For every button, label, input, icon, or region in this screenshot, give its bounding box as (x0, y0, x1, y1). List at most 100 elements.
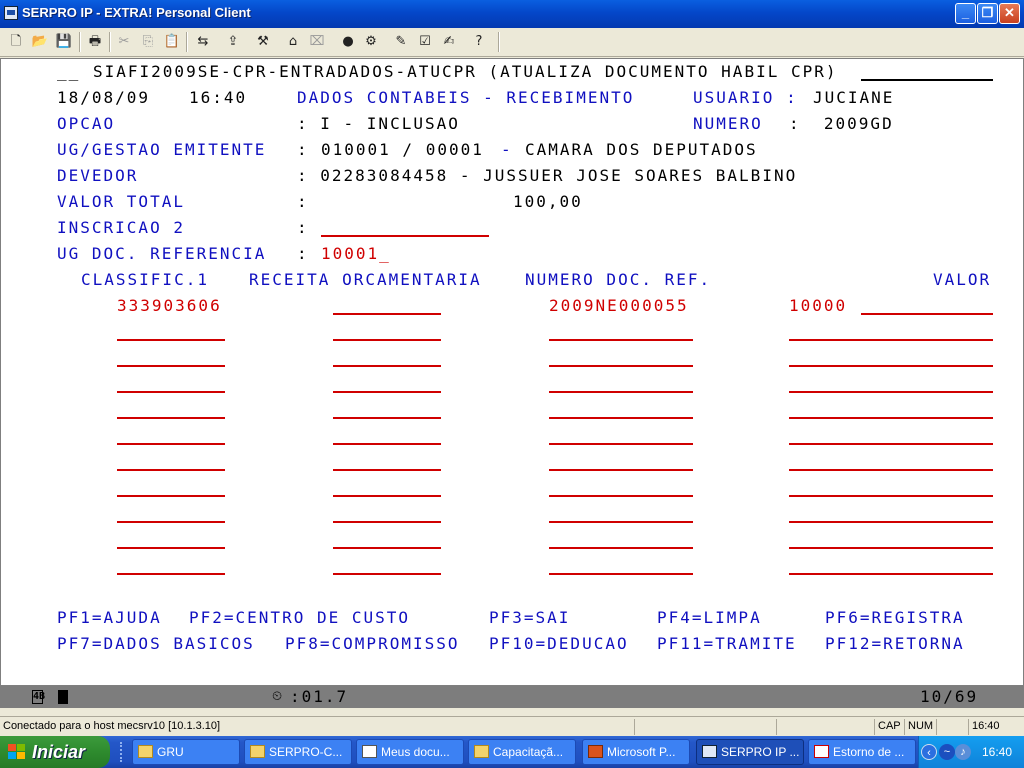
valor-input[interactable] (789, 521, 993, 523)
col-classific-header: CLASSIFIC.1 (81, 270, 209, 289)
row1-valor-underline (861, 313, 993, 315)
minimize-button[interactable]: _ (955, 3, 976, 24)
valor-input[interactable] (789, 469, 993, 471)
classific-input[interactable] (117, 573, 225, 575)
pf6-registra-key[interactable]: PF6=REGISTRA (825, 609, 965, 627)
open-icon[interactable]: 📂 (29, 31, 51, 53)
receita-input[interactable] (333, 443, 441, 445)
valor-input[interactable] (789, 443, 993, 445)
toolbar-separator (186, 32, 188, 52)
script-icon[interactable]: ✍ (438, 31, 460, 53)
valor-input[interactable] (789, 547, 993, 549)
row1-classific-input[interactable]: 333903606 (117, 297, 222, 315)
row1-receita-input[interactable] (333, 313, 441, 315)
classific-input[interactable] (117, 521, 225, 523)
cut-icon[interactable]: ✂ (113, 31, 135, 53)
taskbar-item-microsoft-powerpoint[interactable]: Microsoft P... (582, 739, 690, 765)
numero-doc-input[interactable] (549, 495, 693, 497)
receita-input[interactable] (333, 365, 441, 367)
check-icon[interactable]: ☑ (414, 31, 436, 53)
numero-doc-input[interactable] (549, 547, 693, 549)
receita-input[interactable] (333, 391, 441, 393)
numero-doc-input[interactable] (549, 521, 693, 523)
valor-input[interactable] (789, 417, 993, 419)
receita-input[interactable] (333, 339, 441, 341)
taskbar-item-meus-documentos[interactable]: Meus docu... (356, 739, 464, 765)
classific-input[interactable] (117, 547, 225, 549)
classific-input[interactable] (117, 339, 225, 341)
numero-doc-input[interactable] (549, 469, 693, 471)
pf10-deducao-key[interactable]: PF10=DEDUCAO (489, 635, 629, 653)
copy-icon[interactable]: ⎘ (137, 31, 159, 53)
header-prefix: __ (57, 62, 81, 81)
session-icon[interactable]: ⌂ (282, 31, 304, 53)
taskbar-item-serpro-c[interactable]: SERPRO-C... (244, 739, 352, 765)
window-title-bar[interactable]: SERPRO IP - EXTRA! Personal Client _ ❐ ✕ (0, 0, 1024, 28)
save-icon[interactable]: 💾 (53, 31, 75, 53)
taskbar-item-serpro-ip[interactable]: SERPRO IP ... (696, 739, 804, 765)
inscricao-input[interactable] (321, 235, 489, 237)
hotspot-icon[interactable]: ⌧ (306, 31, 328, 53)
numero-doc-input[interactable] (549, 391, 693, 393)
pf2-centro-de-custo-key[interactable]: PF2=CENTRO DE CUSTO (189, 609, 410, 627)
pf3-sai-key[interactable]: PF3=SAI (489, 609, 570, 627)
tray-expand-icon[interactable]: ‹ (921, 744, 937, 760)
classific-input[interactable] (117, 365, 225, 367)
network-icon[interactable]: ~ (939, 744, 955, 760)
classific-input[interactable] (117, 495, 225, 497)
receita-input[interactable] (333, 547, 441, 549)
valor-input[interactable] (789, 573, 993, 575)
maximize-button[interactable]: ❐ (977, 3, 998, 24)
numero-value: : 2009GD (789, 114, 894, 133)
transfer-icon[interactable]: ⇪ (222, 31, 244, 53)
classific-input[interactable] (117, 469, 225, 471)
classific-input[interactable] (117, 391, 225, 393)
row1-valor-input[interactable]: 10000 (789, 297, 847, 315)
record-icon[interactable]: ● (337, 31, 359, 53)
pf8-compromisso-key[interactable]: PF8=COMPROMISSO (285, 635, 460, 653)
taskbar-item-gru[interactable]: GRU (132, 739, 240, 765)
start-button[interactable]: Iniciar (0, 736, 110, 768)
classific-input[interactable] (117, 443, 225, 445)
inscricao-separator: : (297, 218, 309, 237)
volume-icon[interactable]: ♪ (955, 744, 971, 760)
taskbar-item-estorno[interactable]: Estorno de ... (808, 739, 916, 765)
row1-numero-doc-input[interactable]: 2009NE000055 (549, 297, 689, 315)
pf4-limpa-key[interactable]: PF4=LIMPA (657, 609, 762, 627)
pf7-dados-basicos-key[interactable]: PF7=DADOS BASICOS (57, 635, 255, 653)
classific-input[interactable] (117, 417, 225, 419)
pf1-ajuda-key[interactable]: PF1=AJUDA (57, 609, 162, 627)
header-underline (861, 79, 993, 81)
close-button[interactable]: ✕ (999, 3, 1020, 24)
numero-doc-input[interactable] (549, 573, 693, 575)
numero-doc-input[interactable] (549, 365, 693, 367)
terminal-app-icon[interactable] (4, 6, 18, 20)
receita-input[interactable] (333, 573, 441, 575)
pf12-retorna-key[interactable]: PF12=RETORNA (825, 635, 965, 653)
numero-doc-input[interactable] (549, 417, 693, 419)
receita-input[interactable] (333, 469, 441, 471)
valor-input[interactable] (789, 391, 993, 393)
edit-icon[interactable]: ✎ (390, 31, 412, 53)
valor-input[interactable] (789, 495, 993, 497)
print-icon[interactable]: 🖶 (84, 31, 106, 53)
ug-doc-input[interactable]: 10001_ (321, 245, 391, 263)
numero-doc-input[interactable] (549, 339, 693, 341)
macro-icon[interactable]: ⚒ (252, 31, 274, 53)
quicklaunch-grip[interactable] (120, 742, 124, 762)
valor-input[interactable] (789, 339, 993, 341)
taskbar-item-capacitacao[interactable]: Capacitaçã... (468, 739, 576, 765)
numero-doc-input[interactable] (549, 443, 693, 445)
status-panel-empty (634, 719, 774, 735)
help-icon[interactable]: ? (468, 31, 490, 53)
receita-input[interactable] (333, 495, 441, 497)
trace-icon[interactable]: ⇆ (192, 31, 214, 53)
valor-input[interactable] (789, 365, 993, 367)
paste-icon[interactable]: 📋 (161, 31, 183, 53)
receita-input[interactable] (333, 417, 441, 419)
pf11-tramite-key[interactable]: PF11=TRAMITE (657, 635, 797, 653)
terminal-screen[interactable]: __ SIAFI2009SE-CPR-ENTRADADOS-ATUCPR (AT… (0, 58, 1024, 686)
new-icon[interactable]: 🗋 (5, 31, 27, 53)
receita-input[interactable] (333, 521, 441, 523)
settings-icon[interactable]: ⚙ (360, 31, 382, 53)
